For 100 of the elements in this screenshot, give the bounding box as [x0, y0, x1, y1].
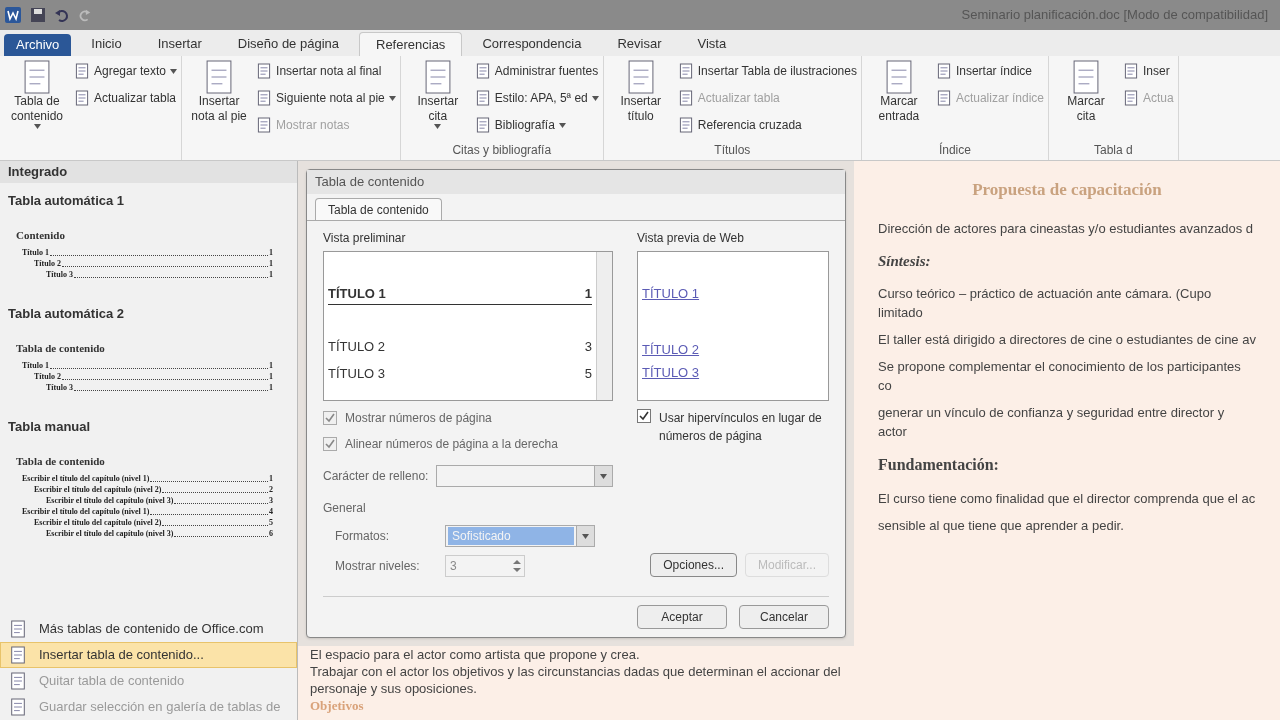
- ribbon-tab[interactable]: Correspondencia: [466, 32, 598, 56]
- page-number: 4: [269, 506, 273, 517]
- ribbon-tab[interactable]: Referencias: [359, 32, 463, 56]
- document-icon: [9, 698, 27, 716]
- section-label: Vista preliminar: [323, 230, 407, 247]
- preview-heading: Tabla de contenido: [16, 340, 106, 356]
- ribbon-tab[interactable]: Insertar: [141, 32, 218, 56]
- paragraph-text: Dirección de actores para cineastas y/o estudiantes avanzados d: [878, 219, 1255, 238]
- page-number: 1: [269, 382, 273, 393]
- ribbon-tab[interactable]: Archivo: [4, 34, 72, 56]
- page-number: 5: [269, 517, 273, 528]
- page-number: 1: [269, 360, 273, 371]
- document-icon: [677, 63, 694, 79]
- hyperlink[interactable]: TÍTULO 1: [642, 284, 824, 304]
- checkbox[interactable]: [323, 411, 337, 425]
- toc-entry: Escribir el título del capítulo (nivel 2): [34, 517, 162, 528]
- toc-entry: Escribir el título del capítulo (nivel 3): [46, 495, 174, 506]
- page-number: 1: [269, 247, 273, 258]
- ribbon-button[interactable]: Marcar entrada: [865, 60, 932, 124]
- page-number: 6: [269, 528, 273, 539]
- ribbon-button[interactable]: Insertar Tabla de ilustraciones: [677, 60, 857, 82]
- page-number: 1: [269, 269, 273, 280]
- word-logo-icon: [4, 6, 22, 24]
- document-icon: [9, 646, 27, 664]
- caret-icon: [582, 533, 589, 539]
- caret-icon: [600, 473, 607, 479]
- ribbon-button[interactable]: Inser: [1123, 60, 1174, 82]
- preview-entry: TÍTULO 3: [328, 365, 386, 383]
- field-label: Carácter de relleno:: [323, 468, 429, 485]
- ribbon-button[interactable]: Bibliografía: [474, 114, 599, 136]
- ribbon-button[interactable]: Siguiente nota al pie: [256, 87, 396, 109]
- ribbon-button[interactable]: Administrar fuentes: [474, 60, 599, 82]
- checkmark-icon: [639, 411, 649, 421]
- checkbox[interactable]: [323, 437, 337, 451]
- document-icon: [74, 90, 90, 106]
- dialog-button[interactable]: Opciones...: [650, 553, 737, 577]
- group-label: Citas y bibliografía: [451, 142, 553, 157]
- ribbon-button[interactable]: Actualizar tabla: [74, 87, 178, 109]
- paragraph-text: sensible al que tiene que aprender a pedir.: [878, 517, 1125, 535]
- page-number: 1: [584, 285, 592, 303]
- ribbon-button[interactable]: Marcar cita: [1053, 60, 1119, 124]
- toc-entry: Escribir el título del capítulo (nivel 1): [22, 473, 150, 484]
- ribbon-button[interactable]: Insertar índice: [935, 60, 1044, 82]
- toc-entry: Escribir el título del capítulo (nivel 1): [22, 506, 150, 517]
- ribbon-tab[interactable]: Revisar: [601, 32, 678, 56]
- hyperlink[interactable]: TÍTULO 3: [642, 363, 824, 383]
- dialog-tab[interactable]: Tabla de contenido: [315, 198, 442, 220]
- toc-entry: Escribir el título del capítulo (nivel 3): [46, 528, 174, 539]
- document-title: Propuesta de capacitación: [971, 179, 1163, 201]
- document-icon: [256, 90, 273, 106]
- preview-heading: Tabla de contenido: [16, 453, 106, 469]
- document-icon: [9, 672, 27, 690]
- style-dropdown[interactable]: Estilo: APA, 5ª ed: [474, 87, 599, 109]
- page-number: 2: [269, 484, 273, 495]
- ribbon-tab[interactable]: Diseño de página: [221, 32, 355, 56]
- save-icon[interactable]: [30, 7, 46, 23]
- hyperlink[interactable]: TÍTULO 2: [642, 339, 824, 359]
- toc-entry: Título 3: [46, 382, 73, 393]
- checkbox-label: Alinear números de página a la derecha: [345, 436, 558, 453]
- gallery-title: Tabla automática 2: [7, 305, 126, 323]
- document-icon: [677, 90, 694, 106]
- ribbon-button[interactable]: Insertar título: [607, 60, 674, 124]
- preview-entry: TÍTULO 2: [328, 337, 386, 356]
- field-label: Mostrar niveles:: [335, 558, 421, 575]
- gallery-title: Tabla manual: [7, 418, 92, 436]
- document-icon: [9, 620, 27, 638]
- undo-icon[interactable]: [54, 7, 70, 23]
- paragraph-text: Se propone complementar el conocimiento de los participantes co: [878, 358, 1242, 395]
- gallery-title: Tabla automática 1: [7, 192, 126, 210]
- ribbon-button[interactable]: Tabla de contenido: [4, 60, 70, 129]
- document-icon: [677, 117, 694, 133]
- document-icon: [1123, 63, 1139, 79]
- dialog-title: Tabla de contenido: [307, 170, 845, 194]
- document-icon: [1123, 90, 1139, 106]
- ribbon-button[interactable]: Insertar cita: [404, 60, 471, 129]
- checkbox-label: Usar hipervínculos en lugar de números de página: [659, 410, 823, 445]
- menu-item[interactable]: Insertar tabla de contenido...: [0, 642, 297, 668]
- section-label: General: [323, 500, 367, 517]
- document-icon: [935, 90, 952, 106]
- checkbox[interactable]: [637, 409, 651, 423]
- leader-dropdown[interactable]: [436, 465, 613, 487]
- ribbon-tab[interactable]: Inicio: [75, 32, 138, 56]
- ribbon-button[interactable]: Insertar nota al final: [256, 60, 396, 82]
- ribbon-button[interactable]: Agregar texto: [74, 60, 178, 82]
- ribbon-tab[interactable]: Vista: [681, 32, 743, 56]
- section-heading: Fundamentación:: [878, 455, 1000, 475]
- menu-item[interactable]: Más tablas de contenido de Office.com: [0, 616, 297, 642]
- group-label: Títulos: [713, 142, 752, 157]
- ribbon-button[interactable]: Insertar nota al pie: [186, 60, 253, 124]
- paragraph-text: El taller está dirigido a directores de cine o estudiantes de cine av: [878, 331, 1256, 349]
- dialog-button[interactable]: Cancelar: [739, 605, 829, 629]
- group-label: Tabla d: [1092, 142, 1134, 157]
- page-number: 1: [269, 258, 273, 269]
- document-icon: [474, 90, 491, 106]
- ribbon-button[interactable]: Referencia cruzada: [677, 114, 857, 136]
- preview-heading: Contenido: [16, 227, 66, 243]
- toc-entry: Título 1: [22, 360, 49, 371]
- scrollbar[interactable]: [596, 252, 612, 400]
- document-icon: [74, 63, 90, 79]
- dialog-button[interactable]: Aceptar: [637, 605, 727, 629]
